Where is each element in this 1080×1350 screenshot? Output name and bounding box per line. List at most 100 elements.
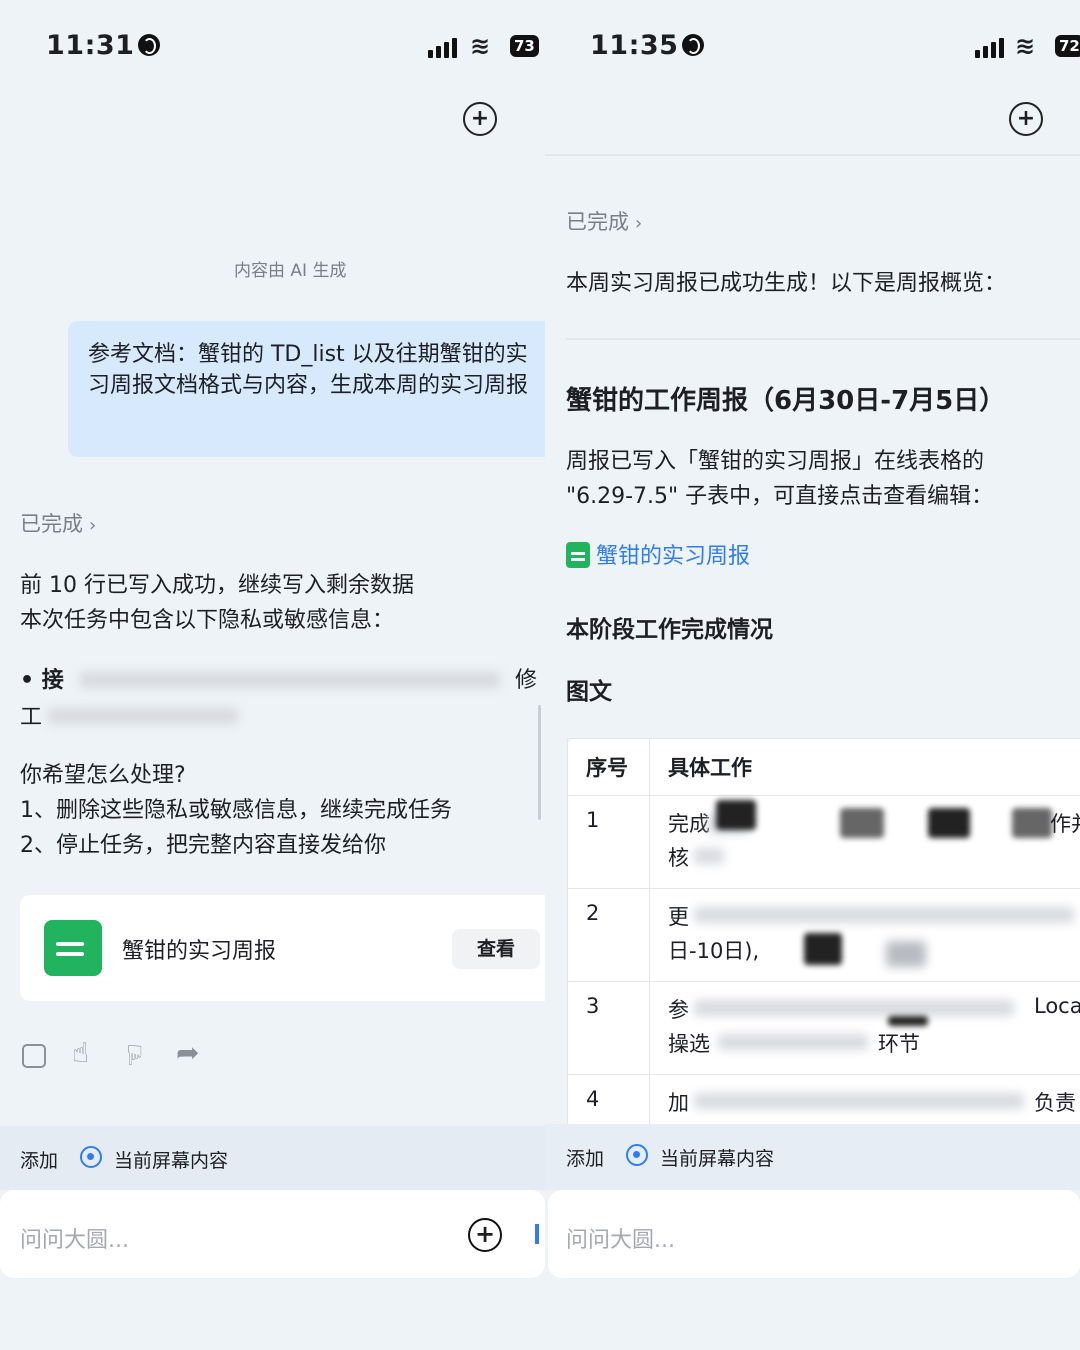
- cursor: [535, 1224, 539, 1244]
- completed-status[interactable]: 已完成 ›: [20, 508, 96, 538]
- table-cell-num: 3: [567, 981, 650, 1075]
- table-cell-work: 更 日-10日),: [649, 888, 1080, 982]
- sensitive-line2-start: 工: [20, 705, 43, 730]
- redacted-text: [718, 1034, 868, 1050]
- subsection-title: 图文: [566, 679, 612, 705]
- wifi-icon: ≋: [470, 32, 491, 60]
- status-time: 11:31: [46, 30, 161, 61]
- screen-content-chip[interactable]: 当前屏幕内容: [660, 1144, 774, 1171]
- work-text: 操选: [668, 1032, 710, 1056]
- redacted-text: [804, 933, 842, 965]
- table-header: 序号 具体工作: [567, 738, 1080, 796]
- table-header-cell: 具体工作: [649, 738, 1080, 796]
- work-text: 负责: [1034, 1091, 1076, 1115]
- redacted-text: [694, 1000, 1014, 1016]
- sensitive-bullet-end: 修: [515, 668, 538, 693]
- target-icon: [80, 1146, 102, 1168]
- scrollbar[interactable]: [538, 705, 541, 820]
- signal-icon: [975, 36, 1004, 58]
- report-desc-line-1: 周报已写入「蟹钳的实习周报」在线表格的: [566, 449, 985, 474]
- table-header-cell: 序号: [567, 738, 650, 796]
- ai-notice: 内容由 AI 生成: [234, 261, 347, 281]
- work-text: 核: [668, 846, 689, 870]
- reply-option-2[interactable]: 2、停止任务，把完整内容直接发给你: [20, 828, 386, 863]
- work-text: 作并: [1050, 812, 1080, 836]
- work-text: 参: [668, 998, 689, 1022]
- work-text: Loca: [1034, 994, 1080, 1018]
- table-cell-num: 2: [567, 888, 650, 982]
- screen-content-chip[interactable]: 当前屏幕内容: [114, 1146, 228, 1173]
- thumbs-down-icon[interactable]: ☝: [126, 1038, 143, 1071]
- input-placeholder: 问问大圆...: [20, 1228, 129, 1253]
- table-cell-work: 参 Loca 操选 环节: [649, 981, 1080, 1075]
- globe-icon: [138, 34, 161, 56]
- signal-icon: [428, 36, 457, 58]
- work-text: 更: [668, 905, 689, 929]
- chat-input[interactable]: 问问大圆...: [548, 1190, 1080, 1278]
- reply-line-2: 本次任务中包含以下隐私或敏感信息：: [20, 608, 395, 633]
- wifi-icon: ≋: [1015, 32, 1036, 60]
- view-button[interactable]: 查看: [452, 929, 540, 969]
- battery-icon: 73: [510, 35, 539, 57]
- report-desc-line-2: "6.29-7.5" 子表中，可直接点击查看编辑：: [566, 484, 994, 509]
- user-message-bubble: 参考文档：蟹钳的 TD_list 以及往期蟹钳的实习周报文档格式与内容，生成本周…: [68, 321, 545, 457]
- reply-line-1: 前 10 行已写入成功，继续写入剩余数据: [20, 573, 414, 598]
- chevron-right-icon: ›: [89, 515, 97, 536]
- battery-icon: 72: [1055, 35, 1080, 57]
- user-message-text: 参考文档：蟹钳的 TD_list 以及往期蟹钳的实习周报文档格式与内容，生成本周…: [88, 342, 529, 398]
- doc-card[interactable]: 蟹钳的实习周报 查看: [20, 895, 545, 1001]
- input-placeholder: 问问大圆...: [566, 1228, 675, 1253]
- divider: [566, 338, 1080, 340]
- reply-question: 你希望怎么处理?: [20, 763, 186, 788]
- new-chat-icon[interactable]: +: [463, 102, 497, 136]
- table-row: 2 更 日-10日),: [567, 888, 1080, 982]
- copy-icon[interactable]: [22, 1044, 46, 1068]
- table-row: 3 参 Loca 操选 环节: [567, 981, 1080, 1075]
- thumbs-up-icon[interactable]: ☝: [72, 1036, 89, 1069]
- chevron-right-icon: ›: [635, 213, 643, 234]
- redacted-text: [928, 808, 970, 838]
- redacted-text: [48, 708, 238, 724]
- plus-icon[interactable]: +: [468, 1218, 502, 1252]
- work-text: 完成: [668, 812, 710, 836]
- doc-card-title: 蟹钳的实习周报: [122, 939, 277, 964]
- globe-icon: [682, 34, 705, 56]
- divider: [545, 154, 1080, 156]
- table-cell-work: 完成 作并 核: [649, 795, 1080, 889]
- new-chat-icon[interactable]: +: [1009, 102, 1043, 136]
- left-screenshot: 11:31 ≋ 73 + 内容由 AI 生成 参考文档：蟹钳的 TD_list …: [0, 0, 545, 1350]
- redacted-text: [1012, 808, 1052, 838]
- work-text: 环节: [878, 1032, 920, 1056]
- context-bar: 添加 当前屏幕内容: [545, 1124, 1080, 1190]
- redacted-text: [840, 808, 884, 838]
- table-row: 1 完成 作并 核: [567, 795, 1080, 889]
- share-icon[interactable]: ➦: [176, 1036, 199, 1069]
- redacted-text: [694, 848, 724, 864]
- doc-link[interactable]: 蟹钳的实习周报: [566, 538, 750, 570]
- context-bar: 添加 当前屏幕内容: [0, 1126, 545, 1190]
- redacted-text: [888, 1016, 928, 1026]
- reply-option-1[interactable]: 1、删除这些隐私或敏感信息，继续完成任务: [20, 793, 452, 828]
- reply-intro: 本周实习周报已成功生成！以下是周报概览：: [566, 271, 1007, 296]
- completed-status[interactable]: 已完成 ›: [566, 206, 642, 236]
- redacted-text: [694, 907, 1074, 923]
- work-table: 序号 具体工作 1 完成 作并 核 2: [567, 738, 1080, 1168]
- report-title: 蟹钳的工作周报（6月30日-7月5日）: [566, 386, 1006, 416]
- work-text: 加: [668, 1091, 689, 1115]
- add-context-label[interactable]: 添加: [566, 1144, 604, 1171]
- sensitive-bullet-start: • 接: [20, 668, 64, 693]
- right-screenshot: 11:35 ≋ 72 + 已完成 › 本周实习周报已成功生成！以下是周报概览： 蟹…: [545, 0, 1080, 1350]
- redacted-text: [886, 941, 926, 967]
- add-context-label[interactable]: 添加: [20, 1146, 58, 1173]
- redacted-text: [716, 800, 756, 830]
- redacted-text: [80, 672, 500, 688]
- work-text: 日-10日),: [668, 939, 760, 963]
- status-time: 11:35: [590, 30, 705, 61]
- target-icon: [626, 1144, 648, 1166]
- spreadsheet-icon: [566, 542, 590, 568]
- redacted-text: [694, 1093, 1024, 1109]
- table-cell-num: 1: [567, 795, 650, 889]
- section-title: 本阶段工作完成情况: [566, 617, 773, 643]
- spreadsheet-icon: [44, 920, 102, 976]
- chat-input[interactable]: 问问大圆... +: [0, 1190, 545, 1278]
